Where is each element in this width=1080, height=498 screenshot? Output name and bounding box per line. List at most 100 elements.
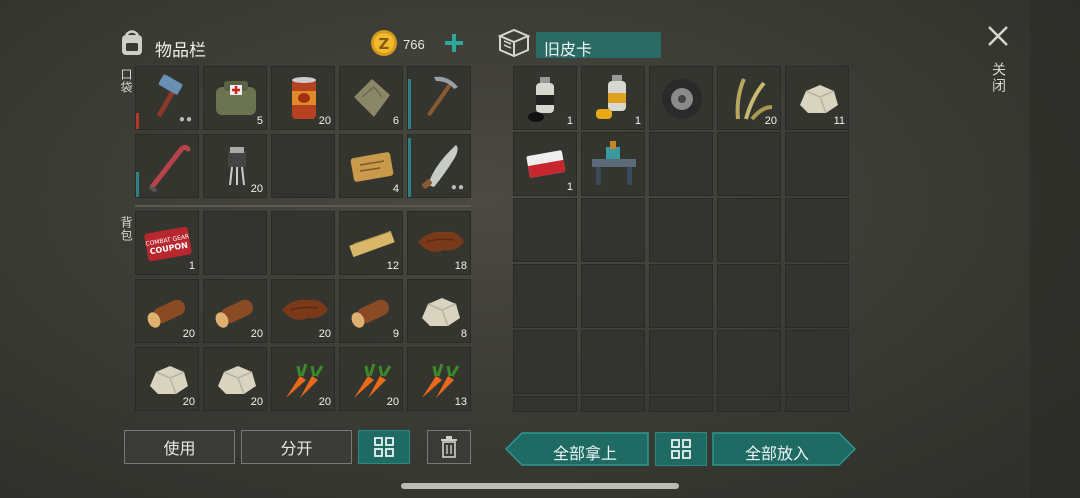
inventory.pocket-slot[interactable] — [271, 134, 335, 198]
inventory.pocket-slot[interactable]: 4 — [339, 134, 403, 198]
inventory.backpack-slot[interactable]: 9 — [339, 279, 403, 343]
inventory.backpack-slot[interactable]: 18 — [407, 211, 471, 275]
home-indicator[interactable] — [401, 483, 679, 489]
coin-icon: Z — [370, 29, 398, 57]
inventory.pocket-slot[interactable]: 6 — [339, 66, 403, 130]
item-count: 20 — [318, 328, 331, 340]
container.items-slot[interactable] — [649, 330, 713, 394]
item-count: 20 — [764, 115, 777, 127]
durability-dots: ●● — [450, 182, 465, 193]
item-count: 9 — [392, 328, 399, 340]
use-button[interactable]: 使用 — [124, 430, 235, 464]
container.items-slot[interactable] — [649, 198, 713, 262]
workbench-icon — [582, 133, 646, 197]
container.items-slot[interactable]: 20 — [717, 66, 781, 130]
item-count: 1 — [566, 115, 573, 127]
container.items-slot[interactable] — [513, 264, 577, 328]
inventory.backpack-slot[interactable] — [271, 211, 335, 275]
container.items-slot[interactable] — [785, 330, 849, 394]
add-coins-button[interactable] — [443, 32, 465, 54]
container.items-slot[interactable] — [581, 264, 645, 328]
container.items-slot[interactable] — [581, 330, 645, 394]
item-count: 20 — [250, 183, 263, 195]
sort-container-button[interactable] — [655, 432, 707, 466]
inventory.backpack-slot[interactable]: 20 — [203, 279, 267, 343]
durability-bar — [408, 138, 411, 197]
item-count: 20 — [182, 328, 195, 340]
container.items-slot[interactable] — [581, 198, 645, 262]
grid-icon — [671, 439, 691, 459]
crowbar-icon — [136, 135, 200, 199]
inventory.backpack-slot[interactable]: 20 — [203, 347, 267, 411]
container.items-slot[interactable] — [717, 264, 781, 328]
container.items-slot[interactable]: 1 — [513, 132, 577, 196]
container.items-slot[interactable] — [649, 132, 713, 196]
container.items-slot[interactable]: 1 — [581, 66, 645, 130]
container.items-slot[interactable] — [513, 396, 577, 412]
pocket-divider — [135, 205, 471, 207]
durability-bar — [136, 113, 139, 129]
item-count: 20 — [250, 396, 263, 408]
container.items-slot[interactable] — [581, 396, 645, 412]
inventory.pocket-slot[interactable] — [407, 66, 471, 130]
inventory.backpack-slot[interactable]: 8 — [407, 279, 471, 343]
coin-count: 766 — [403, 37, 425, 52]
inventory.pocket-slot[interactable]: ●● — [135, 66, 199, 130]
container.items-slot[interactable] — [785, 132, 849, 196]
inventory.backpack-slot[interactable]: 12 — [339, 211, 403, 275]
tire-icon — [650, 67, 714, 131]
container.items-slot[interactable] — [785, 396, 849, 412]
inventory.backpack-slot[interactable]: 20 — [271, 347, 335, 411]
container.items-slot[interactable] — [581, 132, 645, 196]
container.items-slot[interactable]: 11 — [785, 66, 849, 130]
inventory.backpack-slot[interactable] — [203, 211, 267, 275]
container.items-slot[interactable] — [785, 198, 849, 262]
inventory.pocket-slot[interactable]: 5 — [203, 66, 267, 130]
inventory.backpack-slot[interactable]: 13 — [407, 347, 471, 411]
inventory-title: 物品栏 — [155, 41, 206, 60]
container.items-slot[interactable] — [717, 198, 781, 262]
container.items-slot[interactable] — [649, 264, 713, 328]
inventory.backpack-slot[interactable]: 20 — [271, 279, 335, 343]
inventory.backpack-slot[interactable]: 20 — [135, 347, 199, 411]
inventory.pocket-slot[interactable]: 20 — [271, 66, 335, 130]
inventory.backpack-slot[interactable]: 20 — [135, 279, 199, 343]
durability-dots: ●● — [178, 114, 193, 125]
put-all-label: 全部放入 — [744, 446, 809, 463]
container.items-slot[interactable] — [717, 132, 781, 196]
item-count: 1 — [566, 181, 573, 193]
split-button[interactable]: 分开 — [241, 430, 352, 464]
inventory.pocket-slot[interactable] — [135, 134, 199, 198]
item-count: 6 — [392, 115, 399, 127]
item-count: 1 — [188, 260, 195, 272]
backpack-icon — [116, 26, 148, 58]
pickaxe-icon — [408, 67, 472, 131]
inventory.backpack-slot[interactable]: 20 — [339, 347, 403, 411]
item-count: 12 — [386, 260, 399, 272]
container.items-slot[interactable]: 1 — [513, 66, 577, 130]
sort-inventory-button[interactable] — [358, 430, 410, 464]
inventory.pocket-slot[interactable]: ●● — [407, 134, 471, 198]
inventory.pocket-slot[interactable]: 20 — [203, 134, 267, 198]
take-all-button[interactable]: 全部拿上 — [505, 432, 649, 466]
inventory.backpack-slot[interactable]: COMBAT GEAR COUPON 1 — [135, 211, 199, 275]
item-count: 20 — [318, 115, 331, 127]
item-count: 4 — [392, 183, 399, 195]
grid-icon — [374, 437, 394, 457]
container.items-slot[interactable] — [649, 396, 713, 412]
item-count: 1 — [634, 115, 641, 127]
close-icon[interactable] — [986, 24, 1010, 48]
container.items-slot[interactable] — [717, 396, 781, 412]
container-box-icon — [496, 27, 532, 59]
put-all-button[interactable]: 全部放入 — [712, 432, 856, 466]
container.items-slot[interactable] — [785, 264, 849, 328]
container.items-slot[interactable] — [513, 198, 577, 262]
item-count: 20 — [250, 328, 263, 340]
container.items-slot[interactable] — [649, 66, 713, 130]
container.items-slot[interactable] — [513, 330, 577, 394]
trash-button[interactable] — [427, 430, 471, 464]
pocket-label: 口袋 — [119, 68, 133, 94]
close-label[interactable]: 关闭 — [989, 62, 1009, 94]
container.items-slot[interactable] — [717, 330, 781, 394]
container-title: 旧皮卡 — [544, 42, 593, 59]
